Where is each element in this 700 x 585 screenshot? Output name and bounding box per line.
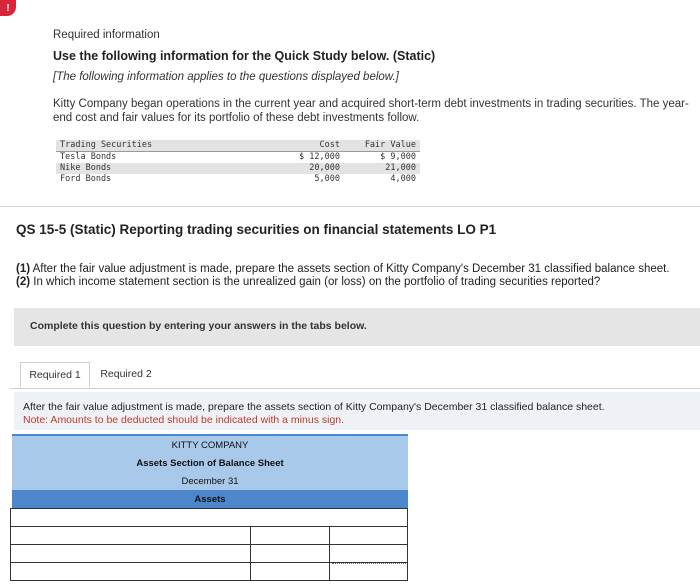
balance-sheet-label-input[interactable] [11,509,407,527]
question-part-2: (2) In which income statement section is… [16,276,600,288]
intro-paragraph: Kitty Company began operations in the cu… [53,98,689,124]
header-cost: Cost [284,140,344,152]
tab-required-2[interactable]: Required 2 [94,362,158,386]
complete-question-banner: Complete this question by entering your … [14,308,700,346]
tab-required-1[interactable]: Required 1 [20,362,90,387]
column-gap [344,163,360,174]
security-cost: $ 12,000 [299,152,340,162]
statement-title: Assets Section of Balance Sheet [12,454,408,472]
column-gap [344,152,360,164]
header-trading-securities: Trading Securities [56,140,284,152]
applies-note: [The following information applies to th… [53,71,399,83]
security-cost: 5,000 [314,174,340,184]
part-2-text: In which income statement section is the… [30,276,601,288]
question-part-1: (1) After the fair value adjustment is m… [16,263,670,275]
instructions-text: After the fair value adjustment is made,… [23,401,605,413]
table-row: Tesla Bonds $ 12,000 $ 9,000 [56,152,420,164]
alert-icon: ! [0,0,16,16]
company-name: KITTY COMPANY [12,436,408,454]
column-gap [344,174,360,185]
balance-sheet-amount-input[interactable] [251,545,329,563]
table-header-row: Trading Securities Cost Fair Value [56,140,420,152]
security-fair-value: 21,000 [360,163,420,174]
security-fair-value: $ 9,000 [380,152,416,162]
security-name: Nike Bonds [56,163,284,174]
part-1-text: After the fair value adjustment is made,… [30,263,670,275]
use-following-heading: Use the following information for the Qu… [53,49,436,63]
trading-securities-table: Trading Securities Cost Fair Value Tesla… [56,140,420,185]
part-1-number: (1) [16,263,31,275]
balance-sheet-amount-input[interactable] [251,527,329,545]
table-row: Nike Bonds 20,000 21,000 [56,163,420,174]
required-information-card: ! Required information Use the following… [0,0,700,207]
grid-line [407,508,408,580]
column-gap [344,140,360,152]
balance-sheet-label-input[interactable] [11,527,250,545]
balance-sheet-total-input[interactable] [330,563,407,580]
security-name: Tesla Bonds [60,152,117,162]
statement-date: December 31 [12,472,408,490]
table-row: Ford Bonds 5,000 4,000 [56,174,420,185]
complete-question-text: Complete this question by entering your … [30,320,367,332]
grid-line [10,580,408,581]
balance-sheet-total-input[interactable] [330,527,407,545]
header-fair-value: Fair Value [360,140,420,152]
balance-sheet-total-input[interactable] [330,545,407,563]
balance-sheet-header: KITTY COMPANY Assets Section of Balance … [12,434,408,508]
balance-sheet-label-input[interactable] [11,563,250,580]
question-title: QS 15-5 (Static) Reporting trading secur… [16,222,497,237]
balance-sheet-label-input[interactable] [11,545,250,563]
tab-divider [10,388,700,389]
security-name: Ford Bonds [60,174,112,184]
security-fair-value: 4,000 [390,174,416,184]
required-information-label: Required information [53,29,160,41]
instructions-box: After the fair value adjustment is made,… [14,392,700,430]
instructions-note: Note: Amounts to be deducted should be i… [23,414,345,426]
security-cost: 20,000 [284,163,344,174]
assets-section-label: Assets [194,493,226,505]
part-2-number: (2) [16,276,31,288]
balance-sheet-amount-input[interactable] [251,563,329,580]
